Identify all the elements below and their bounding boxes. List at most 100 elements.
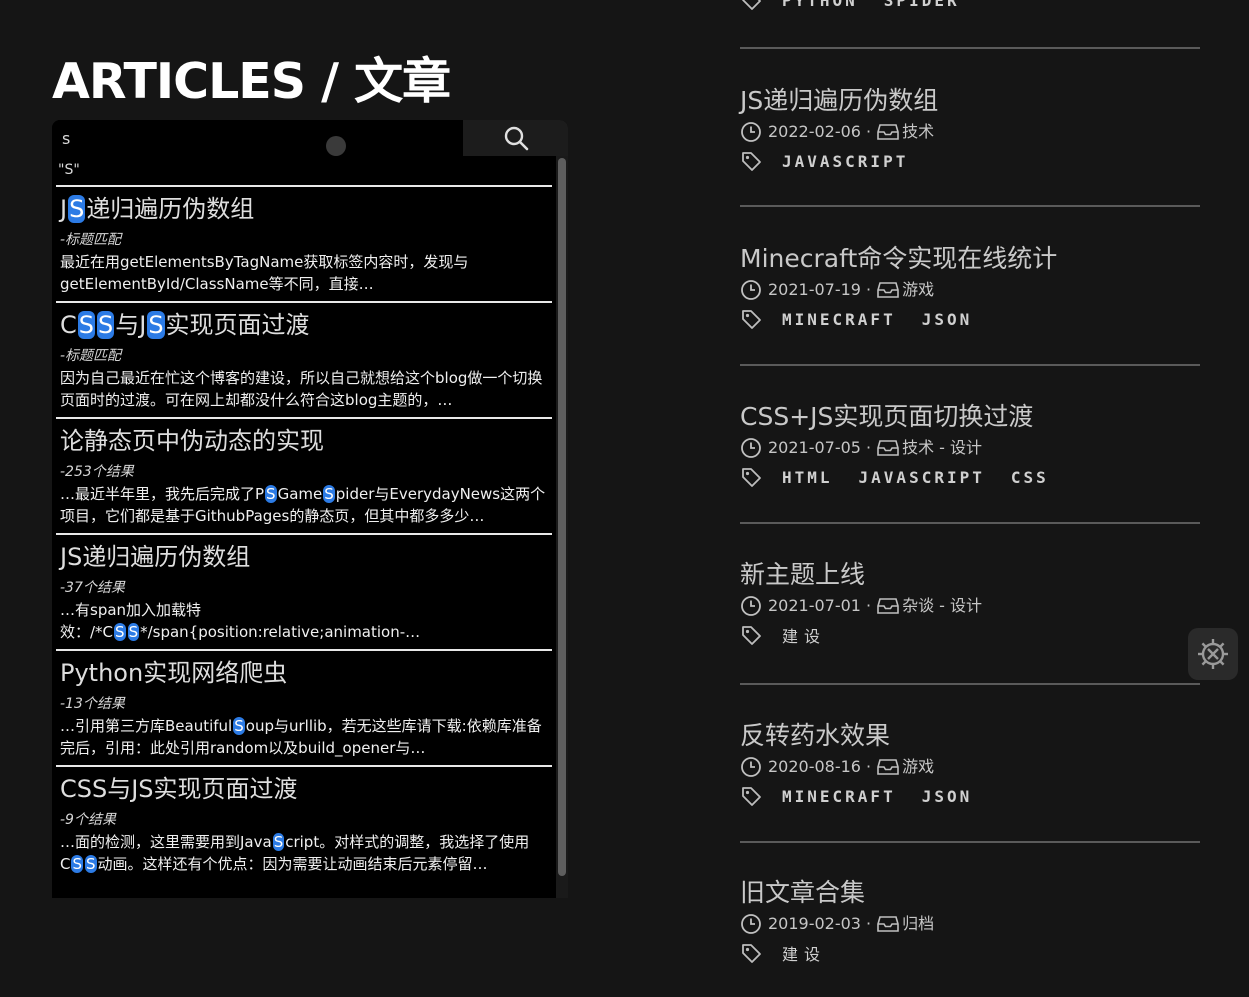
gear-icon [1195, 636, 1231, 672]
tag-icon [740, 942, 762, 964]
search-input[interactable] [52, 120, 462, 156]
text-segment: …引用第三方库Beautiful [60, 717, 233, 735]
result-title[interactable]: 论静态页中伪动态的实现 [60, 425, 552, 457]
result-title[interactable]: JS递归遍历伪数组 [60, 193, 552, 225]
article-card[interactable]: 反转药水效果 2020-08-16 · 游戏 MINECRAFT JSON [740, 719, 1200, 810]
article-meta: 2021-07-01 · 杂谈 - 设计 [740, 594, 1200, 618]
article-category[interactable]: 游戏 [902, 755, 934, 779]
article-category[interactable]: 技术 [902, 120, 934, 144]
text-segment: 论静态页中伪动态的实现 [60, 427, 324, 455]
article-divider [740, 522, 1200, 524]
article-divider [740, 683, 1200, 685]
search-button[interactable] [463, 120, 568, 156]
article-title[interactable]: 新主题上线 [740, 558, 1200, 592]
article-tag[interactable]: 建设 [782, 941, 826, 965]
tag-icon [740, 624, 762, 646]
search-result-item[interactable]: 论静态页中伪动态的实现 -253个结果 …最近半年里，我先后完成了P S Game Spi… [56, 417, 552, 533]
text-segment: C [60, 311, 77, 339]
match-highlight: S [272, 833, 285, 851]
article-title[interactable]: 旧文章合集 [740, 876, 1200, 910]
article-tags: HTML JAVASCRIPT CSS [740, 463, 1200, 491]
match-highlight: S [147, 311, 165, 339]
article-card[interactable]: 新主题上线 2021-07-01 · 杂谈 - 设计建设 [740, 558, 1200, 649]
search-bar [52, 120, 568, 156]
article-tag[interactable]: MINECRAFT [782, 310, 896, 329]
article-meta: 2019-02-03 · 归档 [740, 912, 1200, 936]
text-segment: 因为自己最近在忙这个博客的建设，所以自己就想给这个blog做一个切换页面时的过渡… [60, 369, 543, 409]
meta-separator: · [865, 122, 872, 141]
article-title[interactable]: JS递归遍历伪数组 [740, 84, 1200, 118]
article-tag[interactable]: HTML [782, 468, 833, 487]
article-tag[interactable]: SPIDER [884, 0, 960, 10]
match-highlight: S [323, 485, 335, 503]
article-category[interactable]: 技术 - 设计 [902, 436, 982, 460]
result-snippet: …面的检测，这里需要用到Java Script。对样式的调整，我选择了使用C S S 动… [60, 831, 552, 875]
article-date: 2019-02-03 [768, 914, 861, 933]
search-result-item[interactable]: JS递归遍历伪数组 -37个结果 …有span加入加载特效：/*C S S */span{… [56, 533, 552, 649]
result-match-info: -标题匹配 [60, 232, 122, 248]
article-meta: 2022-02-06 · 技术 [740, 120, 1200, 144]
text-segment: Game [277, 485, 323, 503]
result-list: JS递归遍历伪数组 -标题匹配最近在用getElementsByTagName获取… [56, 185, 552, 881]
article-date: 2021-07-01 [768, 596, 861, 615]
match-highlight: S [114, 623, 126, 641]
result-title[interactable]: Python实现网络爬虫 [60, 657, 552, 689]
search-result-item[interactable]: Python实现网络爬虫 -13个结果 …引用第三方库Beautiful Soup与u… [56, 649, 552, 765]
clock-icon [740, 595, 762, 617]
article-card[interactable]: 旧文章合集 2019-02-03 · 归档建设 [740, 876, 1200, 967]
article-tags: MINECRAFT JSON [740, 782, 1200, 810]
result-title[interactable]: CSS与JS实现页面过渡 [60, 773, 552, 805]
article-category[interactable]: 杂谈 - 设计 [902, 594, 982, 618]
article-date: 2022-02-06 [768, 122, 861, 141]
mouse-cursor [326, 136, 346, 156]
match-highlight: S [68, 195, 86, 223]
top-tags-row: PYTHON SPIDER [740, 0, 1200, 14]
article-title[interactable]: Minecraft命令实现在线统计 [740, 242, 1200, 276]
article-tag[interactable]: JSON [922, 310, 973, 329]
article-card[interactable]: Minecraft命令实现在线统计 2021-07-19 · 游戏 MINECRAF… [740, 242, 1200, 333]
inbox-icon [876, 280, 900, 300]
article-category[interactable]: 归档 [902, 912, 934, 936]
meta-separator: · [865, 757, 872, 776]
match-highlight: S [77, 311, 95, 339]
match-highlight: S [97, 311, 115, 339]
article-date: 2020-08-16 [768, 757, 861, 776]
article-card[interactable]: JS递归遍历伪数组 2022-02-06 · 技术 JAVASCRIPT [740, 84, 1200, 175]
article-tag[interactable]: 建设 [782, 623, 826, 647]
result-match-info: -253个结果 [60, 464, 134, 480]
article-tag[interactable]: PYTHON [782, 0, 858, 10]
text-segment: …最近半年里，我先后完成了P [60, 485, 265, 503]
article-divider [740, 47, 1200, 49]
article-title[interactable]: CSS+JS实现页面切换过渡 [740, 400, 1200, 434]
article-tags: MINECRAFT JSON [740, 305, 1200, 333]
result-snippet: …引用第三方库Beautiful Soup与urllib，若无这些库请下载:依赖库… [60, 715, 552, 759]
article-date: 2021-07-05 [768, 438, 861, 457]
result-match-info: -37个结果 [60, 580, 125, 596]
search-result-item[interactable]: CSS与JS实现页面过渡 -9个结果 …面的检测，这里需要用到Java Script。… [56, 765, 552, 881]
result-snippet: 最近在用getElementsByTagName获取标签内容时，发现与getEl… [60, 251, 552, 295]
result-snippet: …最近半年里，我先后完成了P S Game Spider与EverydayNews这两… [60, 483, 552, 527]
article-tag[interactable]: JAVASCRIPT [782, 152, 908, 171]
article-tag[interactable]: CSS [1011, 468, 1049, 487]
tag-icon [740, 150, 762, 172]
results-scrollbar-thumb[interactable] [558, 158, 566, 876]
article-tag[interactable]: JSON [922, 787, 973, 806]
article-tag[interactable]: MINECRAFT [782, 787, 896, 806]
settings-button[interactable] [1188, 628, 1238, 680]
meta-separator: · [865, 438, 872, 457]
text-segment: 实现页面过渡 [165, 311, 310, 339]
result-match-info: -9个结果 [60, 812, 116, 828]
result-title[interactable]: CSS与JS实现页面过渡 [60, 309, 552, 341]
article-title[interactable]: 反转药水效果 [740, 719, 1200, 753]
search-result-item[interactable]: CS S与JS实现页面过渡 -标题匹配 因为自己最近在忙这个博客的建设，所以自己就想给… [56, 301, 552, 417]
inbox-icon [876, 596, 900, 616]
search-result-item[interactable]: JS递归遍历伪数组 -标题匹配最近在用getElementsByTagName获取… [56, 185, 552, 301]
clock-icon [740, 437, 762, 459]
tag-icon [740, 0, 762, 11]
article-category[interactable]: 游戏 [902, 278, 934, 302]
clock-icon [740, 913, 762, 935]
result-title[interactable]: JS递归遍历伪数组 [60, 541, 552, 573]
article-card[interactable]: CSS+JS实现页面切换过渡 2021-07-05 · 技术 - 设计 HTML JA… [740, 400, 1200, 491]
clock-icon [740, 279, 762, 301]
article-tag[interactable]: JAVASCRIPT [859, 468, 985, 487]
